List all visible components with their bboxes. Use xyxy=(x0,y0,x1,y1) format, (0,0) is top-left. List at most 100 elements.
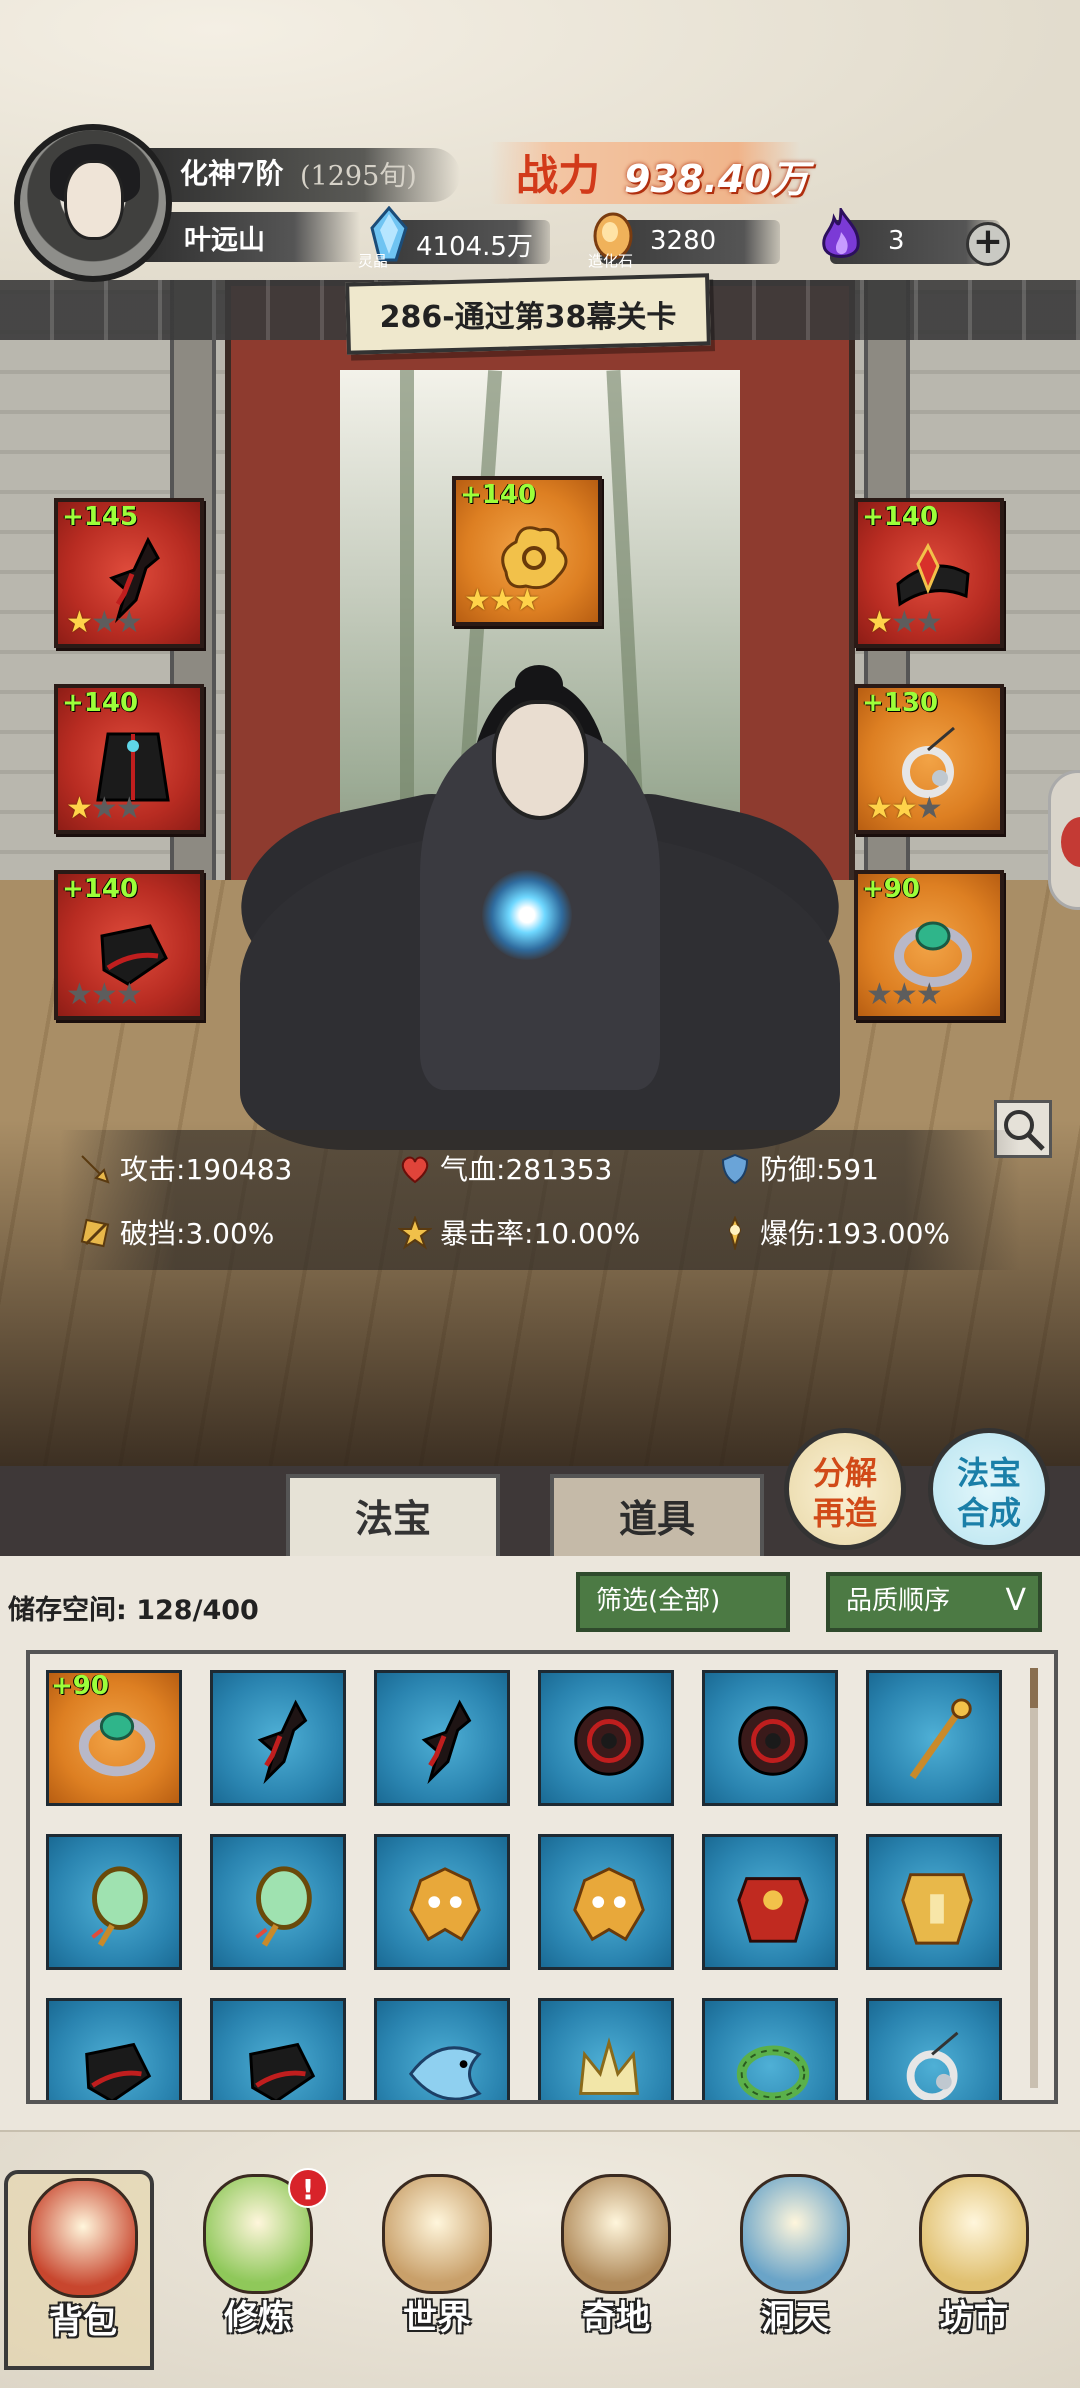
nav-scroll-map[interactable]: 世界 xyxy=(362,2170,512,2370)
nav-label: 世界 xyxy=(403,2298,471,2338)
star-empty-icon: ★ xyxy=(890,605,918,640)
crit-damage-icon xyxy=(728,1216,742,1250)
decompose-label-1: 分解 xyxy=(812,1454,877,1492)
character-head xyxy=(492,700,588,820)
silver-pendant-icon xyxy=(893,2025,981,2100)
inventory-item[interactable]: +90 xyxy=(46,1670,182,1806)
sort-label: 品质顺序 xyxy=(846,1586,951,1616)
inventory-item[interactable] xyxy=(538,1998,674,2100)
storage-info: 储存空间: 128/400 xyxy=(8,1588,259,1627)
inventory-item[interactable] xyxy=(210,1834,346,1970)
stat-crit-rate-value: 10.00% xyxy=(533,1217,641,1250)
combat-power-label: 战力 xyxy=(516,151,601,200)
nav-label: 奇地 xyxy=(582,2298,650,2338)
equipment-slot-right-3[interactable]: +90 ★★★ xyxy=(854,870,1004,1020)
star-rating: ★★★ xyxy=(866,605,943,640)
scroll-map-icon xyxy=(382,2174,492,2294)
red-claw-icon xyxy=(237,1697,325,1785)
tab-items[interactable]: 道具 xyxy=(550,1474,764,1556)
equipment-slot-left-3[interactable]: +140 ★★★ xyxy=(54,870,204,1020)
gold-crown-icon xyxy=(565,2025,653,2100)
jade-mirror-icon xyxy=(73,1861,161,1949)
equipment-slot-left-2[interactable]: +140 ★★★ xyxy=(54,684,204,834)
star-empty-icon: ★ xyxy=(915,791,943,826)
inventory-item[interactable] xyxy=(46,1834,182,1970)
nav-label: 坊市 xyxy=(940,2298,1008,2338)
decompose-button[interactable]: 分解 再造 xyxy=(784,1428,906,1550)
stat-crit-damage-value: 193.00% xyxy=(825,1217,951,1250)
inventory-scrollbar[interactable] xyxy=(1030,1668,1038,2088)
player-avatar[interactable] xyxy=(14,124,172,282)
jade-mirror-icon xyxy=(237,1861,325,1949)
inventory-item[interactable] xyxy=(374,1670,510,1806)
inventory-item[interactable] xyxy=(702,1834,838,1970)
nav-market-stall[interactable]: 坊市 xyxy=(899,2170,1049,2370)
equipment-level: +140 xyxy=(62,874,139,904)
crit-icon xyxy=(398,1216,432,1250)
stat-crit-rate-label: 暴击率: xyxy=(440,1217,534,1250)
star-rating: ★★★ xyxy=(866,977,943,1012)
jade-ring-icon xyxy=(73,1697,161,1785)
stat-crit-damage: 爆伤:193.00% xyxy=(718,1212,950,1252)
inventory-item[interactable] xyxy=(538,1834,674,1970)
nav-portal[interactable]: 洞天 xyxy=(720,2170,870,2370)
stat-hp: 气血:281353 xyxy=(398,1148,612,1188)
equipment-slot-left-1[interactable]: +145 ★★★ xyxy=(54,498,204,648)
side-drawer-tab[interactable] xyxy=(1048,770,1080,910)
add-resource-button[interactable]: + xyxy=(966,222,1010,266)
golden-armor-icon xyxy=(893,1861,981,1949)
nav-backpack[interactable]: 背包 xyxy=(4,2170,154,2370)
market-stall-icon xyxy=(919,2174,1029,2294)
cultivation-duration: (1295旬) xyxy=(300,161,417,192)
inventory-item[interactable] xyxy=(374,1998,510,2100)
black-boots-icon xyxy=(73,2025,161,2100)
scrollbar-thumb[interactable] xyxy=(1030,1668,1038,1708)
star-empty-icon: ★ xyxy=(115,791,143,826)
star-filled-icon: ★ xyxy=(866,791,893,826)
inventory-item[interactable] xyxy=(866,1670,1002,1806)
creation-stone-caption: 造化石 xyxy=(588,252,634,270)
floating-island-icon xyxy=(561,2174,671,2294)
star-rating: ★★★ xyxy=(464,583,541,618)
stat-break: 破挡:3.00% xyxy=(78,1212,274,1252)
star-rating: ★★★ xyxy=(66,977,143,1012)
stat-defense: 防御:591 xyxy=(718,1148,879,1188)
tab-treasure[interactable]: 法宝 xyxy=(286,1474,500,1556)
star-empty-icon: ★ xyxy=(66,977,93,1012)
inventory-item[interactable] xyxy=(210,1998,346,2100)
sort-dropdown[interactable]: 品质顺序 V xyxy=(826,1572,1042,1632)
inventory-item[interactable] xyxy=(538,1670,674,1806)
shield-icon xyxy=(721,1153,749,1185)
inventory-grid[interactable]: +90 xyxy=(26,1650,1058,2104)
inventory-item[interactable] xyxy=(374,1834,510,1970)
inventory-item[interactable] xyxy=(866,1998,1002,2100)
fuse-button[interactable]: 法宝 合成 xyxy=(928,1428,1050,1550)
black-boots-icon xyxy=(237,2025,325,2100)
star-empty-icon: ★ xyxy=(915,977,943,1012)
notification-badge: ! xyxy=(288,2168,328,2208)
equipment-slot-top[interactable]: +140 ★★★ xyxy=(452,476,602,626)
nav-floating-island[interactable]: 奇地 xyxy=(541,2170,691,2370)
equipment-level: +145 xyxy=(62,502,139,532)
item-level: +90 xyxy=(51,1671,109,1701)
inventory-item[interactable] xyxy=(702,1670,838,1806)
purple-flame-value: 3 xyxy=(888,226,905,256)
break-icon xyxy=(80,1218,110,1248)
equipment-slot-right-2[interactable]: +130 ★★★ xyxy=(854,684,1004,834)
green-wreath-icon xyxy=(729,2025,817,2100)
equipment-slot-right-1[interactable]: +140 ★★★ xyxy=(854,498,1004,648)
star-filled-icon: ★ xyxy=(488,583,516,618)
inventory-item[interactable] xyxy=(702,1998,838,2100)
inventory-item[interactable] xyxy=(46,1998,182,2100)
avatar-face xyxy=(64,160,124,240)
filter-button[interactable]: 筛选(全部) xyxy=(576,1572,790,1632)
inventory-item[interactable] xyxy=(210,1670,346,1806)
equipment-level: +90 xyxy=(862,874,920,904)
combat-power-value: 938.40万 xyxy=(624,157,809,201)
star-rating: ★★★ xyxy=(66,791,143,826)
inventory-item[interactable] xyxy=(866,1834,1002,1970)
nav-label: 修炼 xyxy=(224,2298,292,2338)
storage-value: 128/400 xyxy=(136,1595,259,1626)
stat-crit-damage-label: 爆伤: xyxy=(760,1217,826,1250)
star-filled-icon: ★ xyxy=(66,605,93,640)
